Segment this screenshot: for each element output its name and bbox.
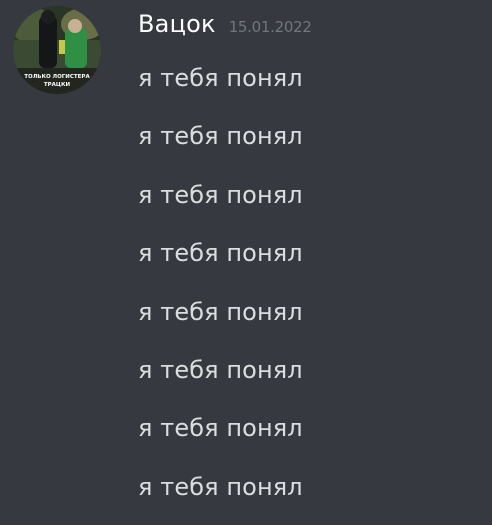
- avatar-image: ТОЛЬКО ЛОГИСТЕРА ТРАЦКИ: [13, 6, 101, 94]
- message-group: ТОЛЬКО ЛОГИСТЕРА ТРАЦКИ Вацок 15.01.2022…: [0, 0, 492, 512]
- message-line: я тебя понял: [138, 355, 303, 384]
- message-line: я тебя понял: [138, 64, 303, 92]
- svg-text:ТРАЦКИ: ТРАЦКИ: [44, 82, 71, 88]
- message-header: Вацок 15.01.2022: [138, 10, 312, 46]
- message-line: я тебя понял: [138, 239, 303, 268]
- username[interactable]: Вацок: [138, 10, 216, 38]
- message-lines: я тебя понял я тебя понял я тебя понял я…: [138, 58, 478, 525]
- message-line: я тебя понял: [138, 414, 303, 443]
- message-line: я тебя понял: [138, 472, 303, 501]
- user-avatar-icon[interactable]: ТОЛЬКО ЛОГИСТЕРА ТРАЦКИ: [13, 6, 101, 94]
- message-line: я тебя понял: [138, 297, 303, 326]
- timestamp: 15.01.2022: [228, 18, 312, 36]
- message-line: я тебя понял: [138, 180, 303, 209]
- message-line: я тебя понял: [138, 122, 303, 151]
- svg-text:ТОЛЬКО ЛОГИСТЕРА: ТОЛЬКО ЛОГИСТЕРА: [24, 74, 90, 80]
